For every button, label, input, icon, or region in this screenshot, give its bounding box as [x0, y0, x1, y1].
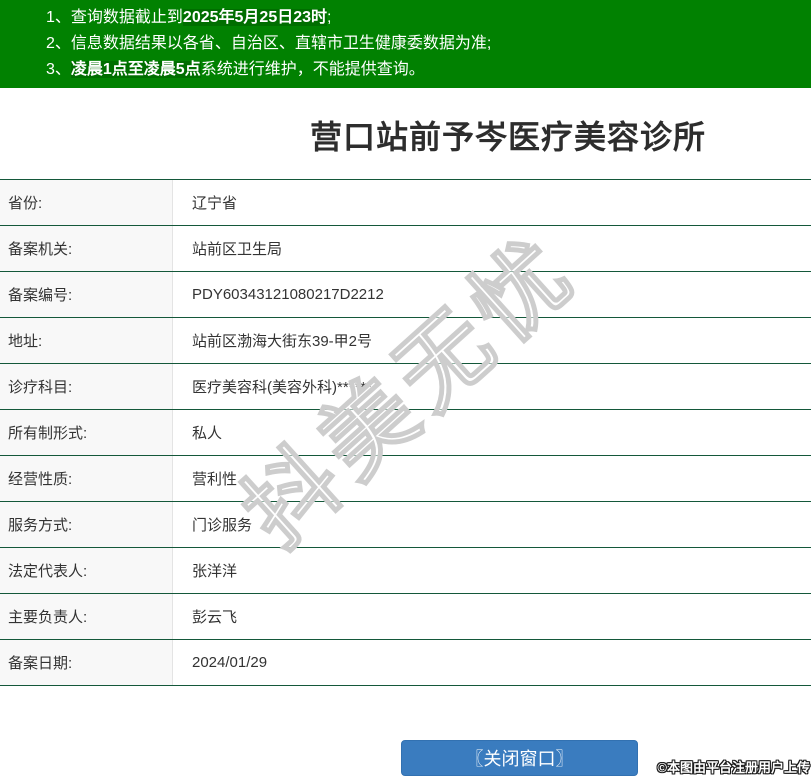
row-value: 辽宁省 — [173, 180, 811, 225]
row-label: 服务方式: — [0, 502, 173, 547]
table-row-record-authority: 备案机关: 站前区卫生局 — [0, 226, 811, 272]
notice-number: 3、 — [46, 61, 71, 78]
row-value: 2024/01/29 — [173, 640, 811, 685]
row-label: 法定代表人: — [0, 548, 173, 593]
page-title: 营口站前予岑医疗美容诊所 — [310, 115, 811, 159]
table-row-main-person-in-charge: 主要负责人: 彭云飞 — [0, 594, 811, 640]
notice-text: 信息数据结果以各省、自治区、直辖市卫生健康委数据为准; — [71, 35, 491, 52]
table-row-ownership-form: 所有制形式: 私人 — [0, 410, 811, 456]
table-row-address: 地址: 站前区渤海大街东39-甲2号 — [0, 318, 811, 364]
row-label: 省份: — [0, 180, 173, 225]
upload-credit: ©本图由平台注册用户上传 — [657, 757, 810, 776]
table-row-business-nature: 经营性质: 营利性 — [0, 456, 811, 502]
notice-highlight: 凌晨1点至凌晨5点 — [71, 61, 201, 78]
close-window-button[interactable]: 〖关闭窗口〗 — [401, 740, 638, 776]
row-label: 主要负责人: — [0, 594, 173, 639]
row-label: 诊疗科目: — [0, 364, 173, 409]
notice-text: 系统进行维护，不能提供查询。 — [201, 61, 425, 78]
row-value: 张洋洋 — [173, 548, 811, 593]
row-label: 备案机关: — [0, 226, 173, 271]
row-label: 地址: — [0, 318, 173, 363]
notice-text: ; — [327, 9, 331, 26]
row-label: 所有制形式: — [0, 410, 173, 455]
table-row-treatment-subjects: 诊疗科目: 医疗美容科(美容外科)****** — [0, 364, 811, 410]
row-value: PDY60343121080217D2212 — [173, 272, 811, 317]
table-row-province: 省份: 辽宁省 — [0, 180, 811, 226]
row-label: 经营性质: — [0, 456, 173, 501]
row-value: 门诊服务 — [173, 502, 811, 547]
notice-line-3: 3、凌晨1点至凌晨5点系统进行维护，不能提供查询。 — [46, 57, 811, 83]
row-value: 医疗美容科(美容外科)****** — [173, 364, 811, 409]
notice-banner: 1、查询数据截止到2025年5月25日23时; 2、信息数据结果以各省、自治区、… — [0, 0, 811, 88]
notice-line-2: 2、信息数据结果以各省、自治区、直辖市卫生健康委数据为准; — [46, 31, 811, 57]
notice-number: 2、 — [46, 35, 71, 52]
table-row-record-date: 备案日期: 2024/01/29 — [0, 640, 811, 686]
row-value: 营利性 — [173, 456, 811, 501]
notice-text: 查询数据截止到 — [71, 9, 183, 26]
notice-highlight: 2025年5月25日23时 — [183, 9, 327, 26]
row-value: 彭云飞 — [173, 594, 811, 639]
notice-line-1: 1、查询数据截止到2025年5月25日23时; — [46, 5, 811, 31]
row-label: 备案日期: — [0, 640, 173, 685]
row-value: 站前区渤海大街东39-甲2号 — [173, 318, 811, 363]
notice-number: 1、 — [46, 9, 71, 26]
row-value: 私人 — [173, 410, 811, 455]
table-row-service-mode: 服务方式: 门诊服务 — [0, 502, 811, 548]
table-row-record-number: 备案编号: PDY60343121080217D2212 — [0, 272, 811, 318]
row-label: 备案编号: — [0, 272, 173, 317]
table-row-legal-representative: 法定代表人: 张洋洋 — [0, 548, 811, 594]
record-table: 省份: 辽宁省 备案机关: 站前区卫生局 备案编号: PDY6034312108… — [0, 179, 811, 686]
row-value: 站前区卫生局 — [173, 226, 811, 271]
